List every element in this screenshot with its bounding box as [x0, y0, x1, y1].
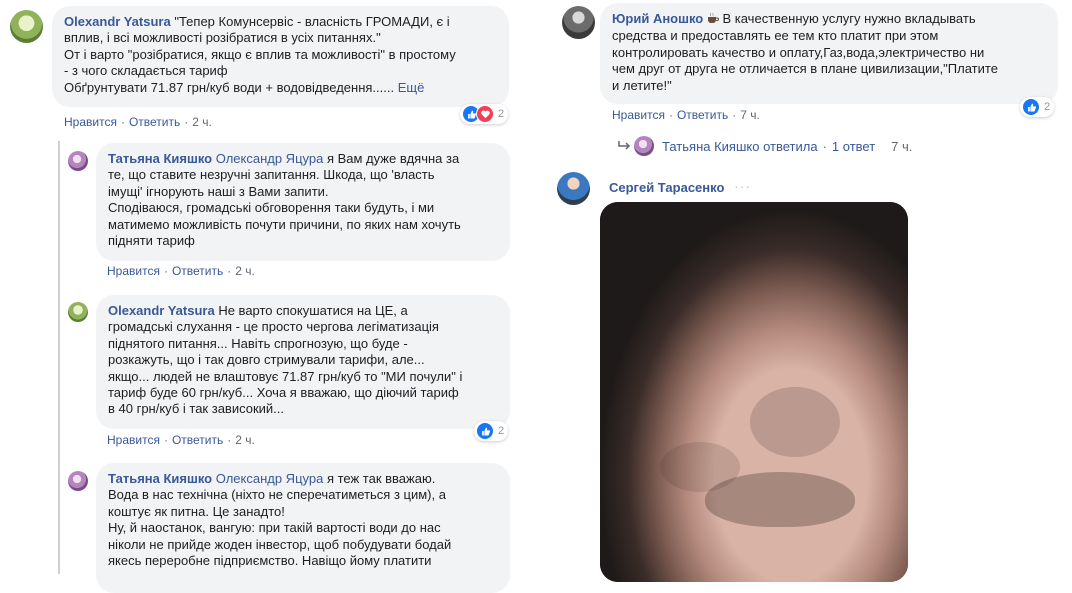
- comment-author[interactable]: Юрий Аношко: [612, 11, 703, 26]
- comment-text-line: в 40 грн/куб і так зависокий...: [108, 401, 285, 417]
- reaction-summary[interactable]: 2: [460, 104, 509, 124]
- comment-text-line: чем друг от друга не отличается в плане …: [612, 61, 998, 77]
- love-reaction-icon: [476, 105, 494, 123]
- reply-thread-line: [58, 141, 60, 574]
- comment-author[interactable]: Olexandr Yatsura: [64, 14, 171, 29]
- avatar: [634, 136, 654, 156]
- comment-author[interactable]: Татьяна Кияшко: [108, 471, 212, 486]
- comment-text-line: розкажуть, що і так довго стримували тар…: [108, 352, 425, 368]
- comment-text-line: громадські слухання - це просто чергова …: [108, 319, 439, 335]
- see-more-link[interactable]: Ещё: [398, 80, 425, 95]
- avatar[interactable]: [68, 151, 88, 171]
- comment-text-line: те, що ставите незручні запитання. Шкода…: [108, 167, 435, 183]
- mention-link[interactable]: Олександр Яцура: [216, 151, 324, 166]
- comment-text-line: В качественную услугу нужно вкладывать: [718, 11, 976, 26]
- separator-dot: ·: [227, 433, 232, 447]
- reply-button[interactable]: Ответить: [677, 108, 728, 122]
- reply-button[interactable]: Ответить: [129, 115, 180, 129]
- mention-link[interactable]: Олександр Яцура: [216, 471, 324, 486]
- comment-text-line: коштує як питна. Це занадто!: [108, 503, 285, 519]
- comment-text-line: От і варто "розібратися, якщо є вплив та…: [64, 46, 456, 62]
- comment-text-line: и летите!": [612, 77, 672, 93]
- comment-bubble: Olexandr Yatsura "Тепер Комунсервіс - вл…: [52, 6, 509, 107]
- comment-text-line: я Вам дуже вдячна за: [323, 151, 460, 166]
- comment-text-line: Обґрунтувати 71.87 грн/куб води + водові…: [64, 79, 395, 95]
- comment-actions: Нравится · Ответить · 2 ч.: [107, 264, 255, 278]
- comment-text-line: Сподіваюся, громадські обговорення таки …: [108, 200, 435, 216]
- separator-dot: ·: [668, 108, 673, 122]
- like-reaction-icon: [476, 422, 494, 440]
- comment-timestamp[interactable]: 7 ч.: [740, 108, 760, 122]
- comment-timestamp[interactable]: 2 ч.: [235, 433, 255, 447]
- comment-actions: Нравится · Ответить · 2 ч.: [64, 115, 212, 129]
- separator-dot: ·: [120, 115, 125, 129]
- reply-summary-text[interactable]: Татьяна Кияшко ответила: [662, 139, 818, 154]
- comment-text-line: Ну, й наостанок, вангую: при такій варто…: [108, 520, 441, 536]
- separator-dot: ·: [163, 433, 168, 447]
- comment-text-line: якщо... людей не влаштовує 71.87 грн/куб…: [108, 368, 463, 384]
- comment-timestamp[interactable]: 2 ч.: [235, 264, 255, 278]
- avatar[interactable]: [68, 302, 88, 322]
- reply-button[interactable]: Ответить: [172, 264, 223, 278]
- reaction-count: 2: [498, 425, 505, 437]
- like-button[interactable]: Нравится: [107, 264, 160, 278]
- comment-text-line: - з чого складається тариф: [64, 63, 228, 79]
- separator-dot: ·: [184, 115, 189, 129]
- comment-text-line: імущі' ігнорують наші з Вами запити.: [108, 183, 329, 199]
- comment-bubble: Olexandr Yatsura Не варто спокушатися на…: [96, 295, 510, 429]
- avatar[interactable]: [68, 471, 88, 491]
- comment-actions: Нравится · Ответить · 2 ч.: [107, 433, 255, 447]
- comment-bubble: Татьяна Кияшко Олександр Яцура я Вам дуж…: [96, 143, 510, 261]
- avatar[interactable]: [562, 6, 595, 39]
- comment-author[interactable]: Olexandr Yatsura: [108, 303, 215, 318]
- comment-author[interactable]: Татьяна Кияшко: [108, 151, 212, 166]
- reply-button[interactable]: Ответить: [172, 433, 223, 447]
- comment-text-line: піднятого питання... Навіть спрогнозую, …: [108, 335, 408, 351]
- view-replies-link[interactable]: Татьяна Кияшко ответила · 1 ответ 7 ч.: [616, 136, 912, 156]
- comment-text-line: матимемо можливість почути причини, по я…: [108, 216, 461, 232]
- comment-bubble: Юрий Аношко В качественную услугу нужно …: [600, 3, 1058, 104]
- gif-image[interactable]: [600, 202, 908, 582]
- reply-count[interactable]: 1 ответ: [832, 139, 875, 154]
- reaction-count: 2: [498, 108, 505, 120]
- comment-text-line: средства и предоставлять ее тем кто плат…: [612, 28, 939, 44]
- more-options-icon[interactable]: ···: [734, 179, 751, 193]
- comment-text-line: тариф буде 60 грн/куб... Хоча я вважаю, …: [108, 385, 459, 401]
- avatar[interactable]: [557, 172, 590, 205]
- reaction-summary[interactable]: 2: [1020, 97, 1055, 117]
- gif-face-shading: [750, 387, 840, 457]
- separator-dot: ·: [163, 264, 168, 278]
- separator-dot: ·: [822, 138, 827, 154]
- reply-arrow-icon: [616, 139, 632, 153]
- comment-text-line: якесь переробне підприємство. Навіщо йом…: [108, 553, 432, 569]
- comment-text-line: контролировать качество и оплату,Газ,вод…: [612, 44, 985, 60]
- reaction-summary[interactable]: 2: [474, 421, 509, 441]
- comment-author[interactable]: Сергей Тарасенко: [609, 180, 724, 195]
- comment-text-line: Не варто спокушатися на ЦЕ, а: [214, 303, 408, 318]
- like-button[interactable]: Нравится: [107, 433, 160, 447]
- comment-text-line: ніколи не прийде жоден інвестор, щоб поб…: [108, 536, 452, 552]
- gif-face-shading: [705, 472, 855, 527]
- comment-actions: Нравится · Ответить · 7 ч.: [612, 108, 760, 122]
- comment-timestamp[interactable]: 2 ч.: [192, 115, 212, 129]
- coffee-icon: [707, 12, 719, 28]
- comment-text-line: "Тепер Комунсервіс - власність ГРОМАДИ, …: [174, 14, 450, 29]
- like-button[interactable]: Нравится: [64, 115, 117, 129]
- reaction-count: 2: [1044, 101, 1051, 113]
- separator-dot: ·: [732, 108, 737, 122]
- comment-text-line: вплив, і всі можливості розібратися в ус…: [64, 30, 381, 46]
- comment-text-line: я теж так вважаю.: [323, 471, 436, 486]
- separator-dot: ·: [227, 264, 232, 278]
- comment-text-line: Вода в нас технічна (ніхто не сперечатим…: [108, 487, 446, 503]
- avatar[interactable]: [10, 10, 43, 43]
- like-button[interactable]: Нравится: [612, 108, 665, 122]
- like-reaction-icon: [1022, 98, 1040, 116]
- comment-text-line: підняти тариф: [108, 233, 195, 249]
- reply-timestamp: 7 ч.: [891, 138, 913, 154]
